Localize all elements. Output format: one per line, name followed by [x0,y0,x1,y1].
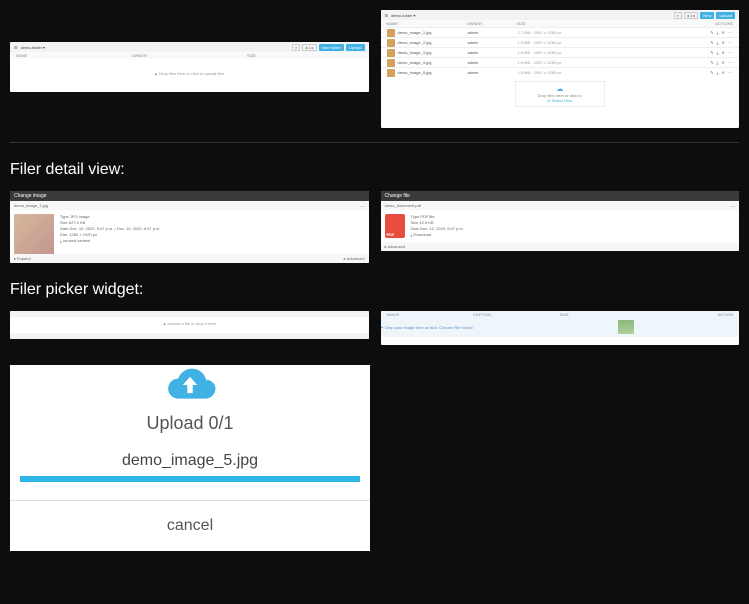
filer-file-list-panel: ☰ demo-folder ▾ ⌕ ◂ 1 ▸ New Upload NAME … [381,10,740,128]
col-name: NAME [387,21,467,26]
filer-file-detail-panel: Change file demo_document.pdf — Type PDF… [381,191,740,251]
cloud-upload-icon [160,365,220,405]
file-thumbnail-icon [387,59,395,67]
new-folder-button[interactable]: New [700,12,714,19]
file-actions[interactable]: ✎ ⤓ ✕ ⋯ [628,30,734,35]
file-name: demo_image_4.jpg [398,60,468,65]
file-size: 1.6 MB · 1920 × 1280 px [518,60,628,65]
pdf-icon[interactable] [385,214,405,238]
panel-title: Change file [381,191,740,201]
pager[interactable]: ◂ 1 ▸ [684,12,698,19]
col-name: NAME [16,53,132,58]
file-size: 1.4 MB · 1920 × 1280 px [518,70,628,75]
panel-header: ☰ demo-folder ▾ ⌕ ◂ 1 ▸ New Upload [381,10,740,20]
upload-progress-dialog: Upload 0/1 demo_image_5.jpg cancel [10,365,370,551]
filer-picker-empty-panel: ▲ choose a file or drop it here [10,311,369,339]
file-actions[interactable]: ✎ ⤓ ✕ ⋯ [628,50,734,55]
pager[interactable]: ◂ 1 ▸ [302,44,316,51]
file-actions[interactable]: ✎ ⤓ ✕ ⋯ [628,60,734,65]
panel-title: Change image [10,191,369,201]
file-owner: admin [468,30,518,35]
file-name: demo_document.pdf [385,203,421,208]
upload-title: Upload 0/1 [10,413,370,434]
cloud-upload-icon: ☁ [519,85,601,93]
file-size: 1.8 MB · 1920 × 1280 px [518,50,628,55]
filer-empty-list-panel: ☰ demo-folder ▾ ⌕ ◂ 1 ▸ New folder Uploa… [10,42,369,92]
new-folder-button[interactable]: New folder [319,44,344,51]
table-row[interactable]: demo_image_1.jpgadmin1.7 MB · 1920 × 128… [381,27,740,37]
file-thumbnail-icon [387,29,395,37]
file-thumbnail-icon [387,49,395,57]
upload-button[interactable]: Upload [716,12,735,19]
file-size: 1.5 MB · 1920 × 1280 px [518,40,628,45]
picker-table-header: IMAGE CAPTION SIZE ACTION [381,311,740,318]
file-owner: admin [468,60,518,65]
file-name: demo_image_1.jpg [398,30,468,35]
table-header: NAME OWNER SIZE [10,52,369,59]
advanced-toggle[interactable]: ▸ Advanced [344,256,365,261]
footer: ▸ Advanced [381,242,740,251]
collapse-icon[interactable]: — [731,203,735,208]
file-name: demo_image_1.jpg [14,203,48,208]
upload-button[interactable]: Upload [346,44,365,51]
advanced-toggle[interactable]: ▸ Advanced [385,244,406,249]
file-name: demo_image_5.jpg [398,70,468,75]
table-row[interactable]: demo_image_3.jpgadmin1.8 MB · 1920 × 128… [381,47,740,57]
file-size: 1.7 MB · 1920 × 1280 px [518,30,628,35]
filer-picker-table-panel: IMAGE CAPTION SIZE ACTION ✦ Drop your im… [381,311,740,345]
panel-header: ☰ demo-folder ▾ ⌕ ◂ 1 ▸ New folder Uploa… [10,42,369,52]
meta-link[interactable]: ⤓ unused content [60,238,161,244]
file-actions[interactable]: ✎ ⤓ ✕ ⋯ [628,40,734,45]
file-name: demo_image_3.jpg [398,50,468,55]
file-header: demo_image_1.jpg — [10,201,369,210]
drop-area[interactable]: ▲ Drop files here or click to upload fil… [10,59,369,88]
picker-footer [10,333,369,339]
col-owner: OWNER [467,21,517,26]
divider [10,142,739,143]
file-owner: admin [468,70,518,75]
image-placeholder-icon[interactable] [618,320,634,334]
file-thumbnail-icon [387,39,395,47]
col-image: IMAGE [387,312,474,317]
upload-dropzone[interactable]: ☁ Drop files here or click to or Select … [515,81,605,107]
picker-row: ✦ Drop your image here or click 'Choose … [381,318,740,337]
menu-icon[interactable]: ☰ [385,13,389,18]
breadcrumb[interactable]: demo-folder ▾ [391,13,415,18]
col-owner: OWNER [132,53,248,58]
collapse-icon[interactable]: — [361,203,365,208]
table-row[interactable]: demo_image_2.jpgadmin1.5 MB · 1920 × 128… [381,37,740,47]
upload-filename: demo_image_5.jpg [10,452,370,476]
file-header: demo_document.pdf — [381,201,740,210]
file-metadata: Type PDF file Size 42.5 KB Date Dec. 10,… [411,214,464,238]
filer-image-detail-panel: Change image demo_image_1.jpg — Type JPG… [10,191,369,263]
file-owner: admin [468,50,518,55]
breadcrumb[interactable]: demo-folder ▾ [21,45,45,50]
col-size: SIZE [247,53,363,58]
file-owner: admin [468,40,518,45]
search-input[interactable]: ⌕ [674,12,682,19]
col-actions: ACTIONS [627,21,734,26]
search-input[interactable]: ⌕ [292,44,300,51]
section-title-detail: Filer detail view: [10,161,739,179]
col-caption: CAPTION [473,312,560,317]
col-size: SIZE [517,21,627,26]
menu-icon[interactable]: ☰ [14,45,18,50]
upload-progress-bar [20,476,360,482]
file-name: demo_image_2.jpg [398,40,468,45]
expand-toggle[interactable]: ▸ Expand [14,256,31,261]
download-link[interactable]: ⤓ Download [411,232,464,238]
picker-dropzone[interactable]: ▲ choose a file or drop it here [10,317,369,330]
picker-hint[interactable]: ✦ Drop your image here or click 'Choose … [381,325,473,330]
table-row[interactable]: demo_image_4.jpgadmin1.6 MB · 1920 × 128… [381,57,740,67]
footer: ▸ Expand ▸ Advanced [10,254,369,263]
table-header: NAME OWNER SIZE ACTIONS [381,20,740,27]
col-size: SIZE [560,312,647,317]
section-title-picker: Filer picker widget: [10,281,739,299]
file-thumbnail-icon [387,69,395,77]
table-row[interactable]: demo_image_5.jpgadmin1.4 MB · 1920 × 128… [381,67,740,77]
file-actions[interactable]: ✎ ⤓ ✕ ⋯ [628,70,734,75]
col-action: ACTION [646,312,733,317]
cancel-button[interactable]: cancel [10,501,370,551]
select-files-link[interactable]: or Select Files [547,98,572,103]
